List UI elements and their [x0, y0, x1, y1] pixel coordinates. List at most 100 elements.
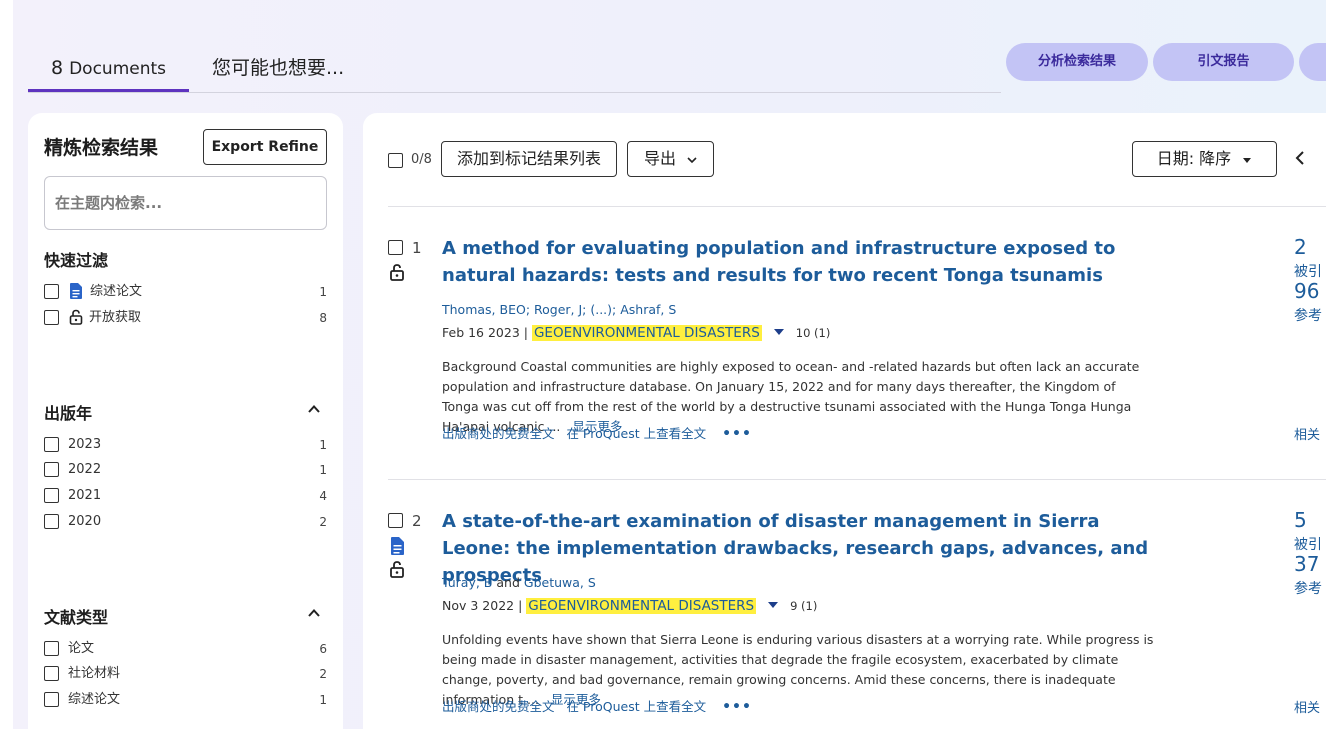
more-options-icon[interactable]: •••: [722, 699, 752, 715]
author-link[interactable]: Turay, B: [442, 575, 492, 590]
tab-you-may-also-like[interactable]: 您可能也想要...: [212, 48, 344, 92]
references-label: 参考: [1294, 308, 1322, 324]
proquest-link[interactable]: 在 ProQuest 上查看全文: [566, 699, 706, 714]
analyze-results-button[interactable]: 分析检索结果: [1006, 43, 1148, 81]
caret-down-icon[interactable]: [773, 329, 784, 335]
record-volume: 10 (1): [795, 326, 831, 340]
filter-type-article[interactable]: 论文 6: [44, 639, 327, 659]
filter-year-2021[interactable]: 2021 4: [44, 486, 327, 506]
checkbox[interactable]: [44, 310, 59, 325]
select-all-checkbox[interactable]: [388, 153, 403, 168]
filter-year-2023[interactable]: 2023 1: [44, 435, 327, 455]
filter-label: 综述论文: [90, 284, 143, 299]
checkbox[interactable]: [44, 641, 59, 656]
record-checkbox[interactable]: [388, 513, 403, 528]
times-cited-label: 被引: [1294, 537, 1322, 553]
caret-down-icon: [1243, 158, 1252, 163]
free-full-text-link[interactable]: 出版商处的免费全文: [442, 699, 555, 714]
checkbox[interactable]: [44, 284, 59, 299]
document-icon: [70, 283, 82, 299]
chevron-up-icon[interactable]: [307, 606, 321, 620]
filter-label: 综述论文: [68, 692, 121, 707]
record-links: 出版商处的免费全文 在 ProQuest 上查看全文 •••: [442, 423, 752, 442]
citation-report-button[interactable]: 引文报告: [1153, 43, 1294, 81]
journal-link[interactable]: GEOENVIRONMENTAL DISASTERS: [531, 325, 762, 341]
times-cited-label: 被引: [1294, 264, 1322, 280]
record-meta: Feb 16 2023 | GEOENVIRONMENTAL DISASTERS…: [442, 325, 830, 341]
record-checkbox[interactable]: [388, 240, 403, 255]
times-cited-count[interactable]: 2: [1294, 235, 1307, 259]
checkbox[interactable]: [44, 666, 59, 681]
checkbox[interactable]: [44, 437, 59, 452]
filter-label: 2021: [68, 488, 102, 503]
refine-title: 精炼检索结果: [44, 137, 159, 159]
chevron-up-icon[interactable]: [307, 402, 321, 416]
filter-type-review[interactable]: 综述论文 1: [44, 690, 327, 710]
filter-count: 2: [319, 515, 327, 529]
selected-count: 0/8: [411, 152, 432, 167]
author-separator: and: [496, 575, 520, 590]
record-authors[interactable]: Thomas, BEO; Roger, J; (...); Ashraf, S: [442, 302, 676, 317]
more-options-icon[interactable]: •••: [722, 426, 752, 442]
filter-label: 开放获取: [89, 310, 142, 325]
record-volume: 9 (1): [790, 599, 818, 613]
filter-count: 2: [319, 667, 327, 681]
filter-count: 8: [319, 311, 327, 325]
references-count[interactable]: 37: [1294, 552, 1319, 576]
checkbox[interactable]: [44, 692, 59, 707]
proquest-link[interactable]: 在 ProQuest 上查看全文: [566, 426, 706, 441]
record-date: Nov 3 2022 |: [442, 598, 523, 613]
record-title-link[interactable]: A method for evaluating population and i…: [442, 235, 1162, 289]
filter-count: 1: [319, 693, 327, 707]
results-panel: 0/8 添加到标记结果列表 导出 日期: 降序 1 A method for e…: [363, 113, 1326, 729]
filter-review-paper[interactable]: 综述论文 1: [44, 282, 327, 302]
journal-link[interactable]: GEOENVIRONMENTAL DISASTERS: [526, 598, 757, 614]
tab-documents[interactable]: 8 Documents: [28, 48, 189, 92]
export-label: 导出: [643, 149, 676, 168]
record-number: 1: [412, 239, 422, 257]
caret-down-icon[interactable]: [768, 602, 779, 608]
related-records-link[interactable]: 相关: [1294, 424, 1320, 443]
checkbox[interactable]: [44, 488, 59, 503]
quick-filter-heading: 快速过滤: [44, 251, 109, 270]
filter-label: 2020: [68, 514, 102, 529]
documents-label: Documents: [69, 59, 167, 79]
filter-open-access[interactable]: 开放获取 8: [44, 308, 327, 328]
record-meta: Nov 3 2022 | GEOENVIRONMENTAL DISASTERS …: [442, 598, 817, 614]
refine-panel: 精炼检索结果 Export Refine 快速过滤 综述论文 1 开放获取 8 …: [28, 113, 343, 729]
filter-type-editorial[interactable]: 社论材料 2: [44, 664, 327, 684]
references-label: 参考: [1294, 581, 1322, 597]
export-button[interactable]: 导出: [627, 141, 714, 177]
free-full-text-link[interactable]: 出版商处的免费全文: [442, 426, 555, 441]
filter-count: 4: [319, 489, 327, 503]
refine-search-input[interactable]: [44, 176, 327, 230]
times-cited-count[interactable]: 5: [1294, 508, 1307, 532]
sort-dropdown[interactable]: 日期: 降序: [1132, 141, 1277, 177]
author-link[interactable]: Gbetuwa, S: [524, 575, 596, 590]
open-lock-icon: [390, 561, 404, 578]
filter-year-2022[interactable]: 2022 1: [44, 460, 327, 480]
filter-label: 2022: [68, 462, 102, 477]
checkbox[interactable]: [44, 462, 59, 477]
document-icon: [391, 537, 404, 555]
filter-year-2020[interactable]: 2020 2: [44, 512, 327, 532]
references-count[interactable]: 96: [1294, 279, 1319, 303]
filter-label: 2023: [68, 437, 102, 452]
filter-label: 论文: [68, 641, 95, 656]
add-to-marked-list-button[interactable]: 添加到标记结果列表: [441, 141, 617, 177]
related-records-link[interactable]: 相关: [1294, 697, 1320, 716]
open-lock-icon: [69, 309, 83, 325]
sort-label: 日期: 降序: [1156, 149, 1232, 168]
export-refine-button[interactable]: Export Refine: [203, 129, 327, 165]
filter-count: 6: [319, 642, 327, 656]
divider: [388, 206, 1326, 207]
publication-year-heading: 出版年: [44, 404, 93, 423]
divider: [388, 479, 1326, 480]
checkbox[interactable]: [44, 514, 59, 529]
record-authors: Turay, B and Gbetuwa, S: [442, 575, 596, 590]
filter-count: 1: [319, 463, 327, 477]
filter-count: 1: [319, 438, 327, 452]
chevron-left-icon[interactable]: [1292, 149, 1308, 167]
record-links: 出版商处的免费全文 在 ProQuest 上查看全文 •••: [442, 696, 752, 715]
filter-count: 1: [319, 285, 327, 299]
